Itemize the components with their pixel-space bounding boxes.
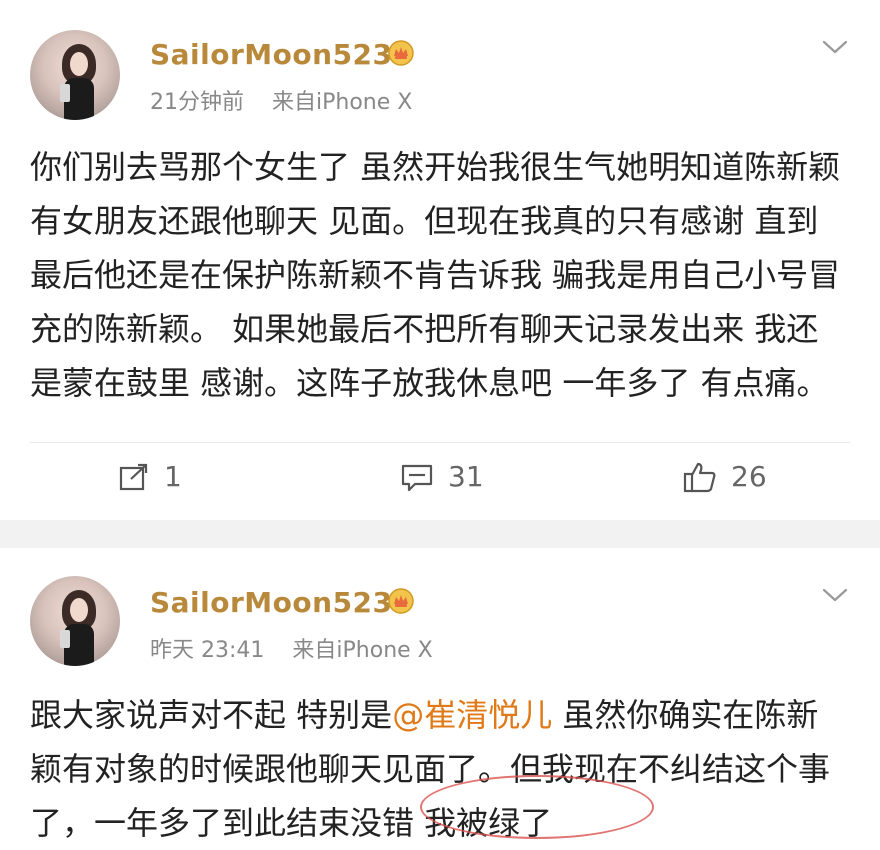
post-text: 跟大家说声对不起 特别是 — [30, 696, 393, 734]
post-separator — [0, 520, 880, 548]
post-meta: 21分钟前 来自iPhone X — [150, 84, 412, 116]
repost-count: 1 — [164, 460, 182, 493]
post-content: 跟大家说声对不起 特别是@崔清悦儿 虽然你确实在陈新颖有对象的时候跟他聊天见面了… — [30, 688, 850, 850]
post-source: 来自iPhone X — [272, 90, 413, 115]
thumbs-up-icon — [683, 462, 716, 492]
avatar[interactable] — [30, 576, 120, 666]
username[interactable]: SailorMoon523 — [150, 586, 393, 619]
chevron-down-icon[interactable] — [820, 584, 850, 604]
chevron-down-icon[interactable] — [820, 36, 850, 56]
comment-icon — [401, 464, 433, 491]
weibo-post-2: SailorMoon523 昨天 23:41 来自iPhone X 跟大家说声对… — [0, 548, 880, 842]
post-meta: 昨天 23:41 来自iPhone X — [150, 632, 433, 664]
like-button[interactable]: 26 — [683, 460, 767, 493]
repost-button[interactable]: 1 — [118, 460, 182, 493]
post-content: 你们别去骂那个女生了 虽然开始我很生气她明知道陈新颖有女朋友还跟他聊天 见面。但… — [30, 148, 841, 402]
like-count: 26 — [731, 460, 767, 493]
post-source: 来自iPhone X — [292, 638, 433, 663]
post-time: 21分钟前 — [150, 90, 244, 115]
comment-button[interactable]: 31 — [400, 460, 484, 493]
crown-badge-icon — [388, 40, 414, 66]
weibo-post-1: SailorMoon523 21分钟前 来自iPhone X 你们别去骂那个女生… — [0, 0, 880, 520]
username[interactable]: SailorMoon523 — [150, 38, 393, 71]
crown-badge-icon — [388, 588, 414, 614]
divider — [30, 442, 850, 443]
repost-icon — [119, 463, 148, 490]
mention-link[interactable]: @崔清悦儿 — [392, 696, 552, 734]
avatar[interactable] — [30, 30, 120, 120]
annotation-circle — [420, 775, 654, 839]
comment-count: 31 — [448, 460, 484, 493]
post-time: 昨天 23:41 — [150, 638, 265, 663]
